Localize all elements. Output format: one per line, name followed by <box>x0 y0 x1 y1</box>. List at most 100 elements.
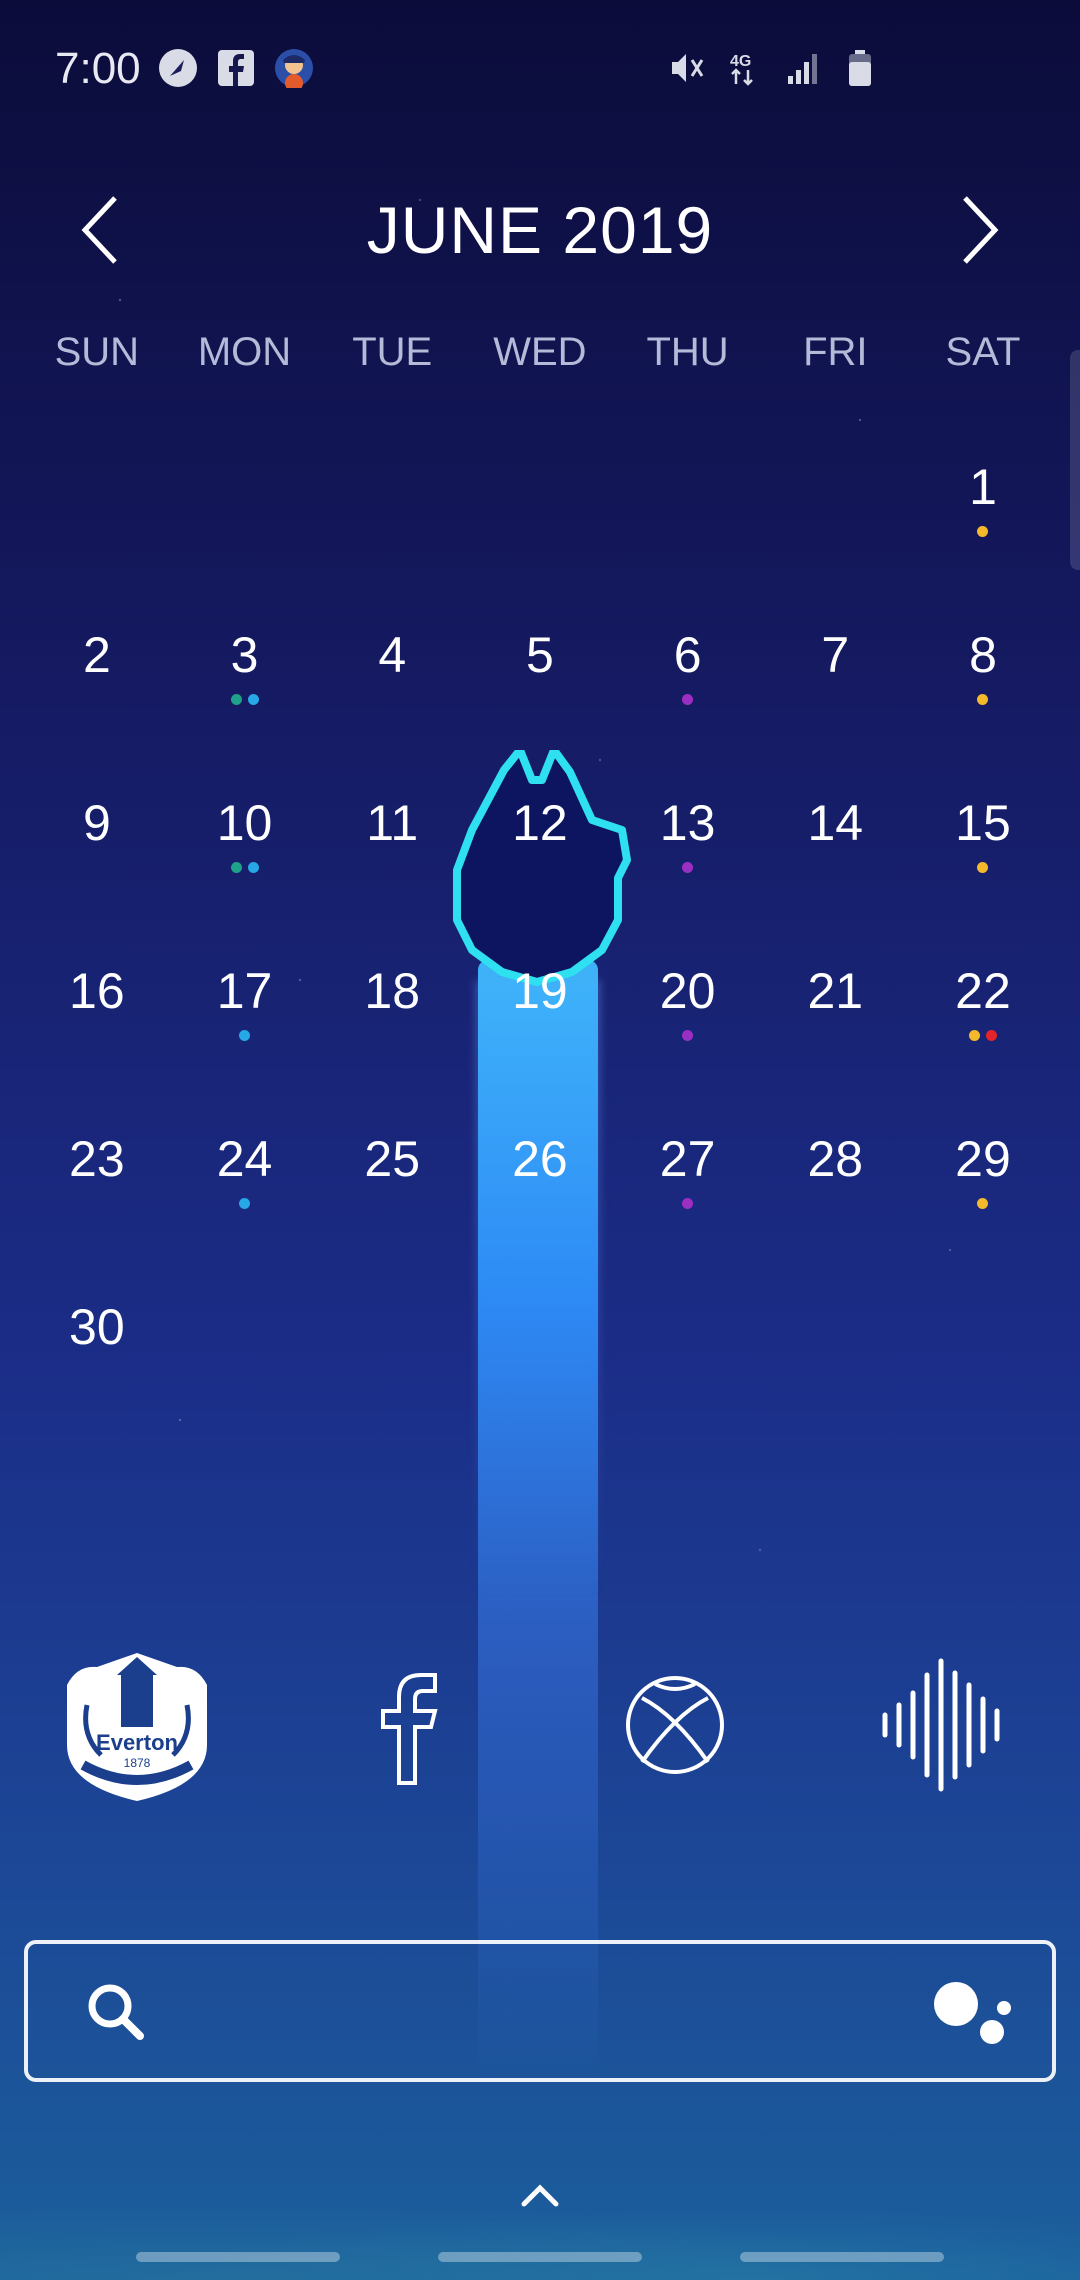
edge-panel-handle[interactable] <box>1070 350 1080 570</box>
day-cell[interactable]: 20 <box>614 944 762 1112</box>
day-cell[interactable]: 1 <box>909 440 1057 608</box>
day-cell[interactable]: 11 <box>318 776 466 944</box>
day-cell[interactable]: 15 <box>909 776 1057 944</box>
search-bar[interactable] <box>24 1940 1056 2082</box>
event-dot <box>977 694 989 705</box>
day-cell[interactable]: 24 <box>171 1112 319 1280</box>
day-number: 13 <box>659 795 716 851</box>
status-time: 7:00 <box>55 44 141 93</box>
day-cell[interactable]: 26 <box>466 1112 614 1280</box>
day-cell[interactable]: 9 <box>23 776 171 944</box>
day-cell[interactable]: 22 <box>909 944 1057 1112</box>
weekday-label: THU <box>646 330 729 374</box>
event-indicators <box>977 862 989 874</box>
event-indicators <box>682 1030 694 1042</box>
day-cell[interactable]: 28 <box>761 1112 909 1280</box>
empty-day-cell <box>23 440 171 608</box>
cloud-silhouettes <box>0 2190 1080 2280</box>
nav-home-button[interactable] <box>438 2252 642 2262</box>
day-cell[interactable]: 27 <box>614 1112 762 1280</box>
event-dot <box>682 1030 694 1041</box>
sound-wave-icon <box>882 1658 1000 1792</box>
status-system-icons: 4G <box>666 48 880 88</box>
app-dock: Everton 1878 <box>0 1640 1080 1810</box>
nav-recents-button[interactable] <box>136 2252 340 2262</box>
day-number: 30 <box>69 1299 125 1355</box>
day-number: 29 <box>955 1131 1011 1187</box>
everton-year: 1878 <box>123 1756 151 1770</box>
month-title: JUNE 2019 <box>366 193 714 267</box>
event-dot <box>682 1198 694 1209</box>
day-number: 10 <box>216 795 273 851</box>
signal-icon <box>782 48 822 88</box>
day-number: 20 <box>659 963 716 1019</box>
calendar-header: JUNE 2019 <box>0 180 1080 280</box>
empty-day-cell <box>761 440 909 608</box>
day-cell[interactable]: 30 <box>23 1280 171 1448</box>
day-number: 17 <box>216 963 273 1019</box>
xbox-logo-icon <box>626 1676 724 1774</box>
day-number: 21 <box>807 963 864 1019</box>
search-icon[interactable] <box>78 1974 158 2054</box>
next-month-button[interactable] <box>940 190 1020 270</box>
day-cell[interactable]: 4 <box>318 608 466 776</box>
event-dot <box>682 694 694 705</box>
day-cell[interactable]: 6 <box>614 608 762 776</box>
event-dot <box>985 1030 997 1041</box>
day-cell[interactable]: 25 <box>318 1112 466 1280</box>
event-indicators <box>968 1030 997 1042</box>
event-indicators <box>239 1030 251 1042</box>
day-cell[interactable]: 14 <box>761 776 909 944</box>
event-dot <box>968 1030 980 1041</box>
day-number: 6 <box>673 627 702 683</box>
event-dot <box>977 526 989 537</box>
weekday-label: FRI <box>803 330 868 374</box>
google-assistant-icon[interactable] <box>922 1968 1022 2058</box>
day-number: 19 <box>512 963 568 1019</box>
day-cell[interactable]: 17 <box>171 944 319 1112</box>
day-number: 24 <box>216 1131 273 1187</box>
everton-label: Everton <box>96 1730 178 1755</box>
compass-app-icon <box>158 48 198 88</box>
event-indicators <box>230 694 259 706</box>
day-number: 11 <box>366 795 419 851</box>
day-cell[interactable]: 13 <box>614 776 762 944</box>
voice-app-icon[interactable] <box>860 1640 1030 1810</box>
facebook-icon <box>216 48 256 88</box>
day-cell[interactable]: 19 <box>466 944 614 1112</box>
calendar-grid: 1 2 3 4 5 6 7 8 9 10 11 12 13 14 15 16 17 18 19 20 21 22 23 24 2… <box>23 440 1057 1448</box>
everton-crest-icon <box>67 1653 207 1801</box>
avatar-icon <box>274 48 314 88</box>
day-number: 5 <box>526 627 554 683</box>
day-cell[interactable]: 12 <box>466 776 614 944</box>
day-cell[interactable]: 2 <box>23 608 171 776</box>
day-cell[interactable]: 29 <box>909 1112 1057 1280</box>
day-cell[interactable]: 23 <box>23 1112 171 1280</box>
event-dot <box>247 862 259 873</box>
network-4g-icon: 4G <box>724 48 764 88</box>
event-dot <box>239 1198 251 1209</box>
day-cell[interactable]: 10 <box>171 776 319 944</box>
day-cell[interactable]: 21 <box>761 944 909 1112</box>
day-number: 3 <box>230 627 259 683</box>
weekday-label: SUN <box>54 330 140 374</box>
day-cell[interactable]: 7 <box>761 608 909 776</box>
event-indicators <box>230 862 259 874</box>
day-cell[interactable]: 18 <box>318 944 466 1112</box>
xbox-app-icon[interactable] <box>590 1640 760 1810</box>
event-dot <box>682 862 694 873</box>
everton-app-icon[interactable]: Everton 1878 <box>52 1640 222 1810</box>
weekday-label: TUE <box>352 330 433 374</box>
day-cell[interactable]: 3 <box>171 608 319 776</box>
nav-back-button[interactable] <box>740 2252 944 2262</box>
day-number: 22 <box>955 963 1011 1019</box>
facebook-app-icon[interactable] <box>320 1640 490 1810</box>
day-number: 4 <box>378 627 407 683</box>
weekday-label: SAT <box>945 330 1021 374</box>
day-cell[interactable]: 8 <box>909 608 1057 776</box>
empty-day-cell <box>466 440 614 608</box>
vibrate-mute-icon <box>666 48 706 88</box>
day-cell[interactable]: 16 <box>23 944 171 1112</box>
event-indicators <box>682 694 694 706</box>
day-cell[interactable]: 5 <box>466 608 614 776</box>
